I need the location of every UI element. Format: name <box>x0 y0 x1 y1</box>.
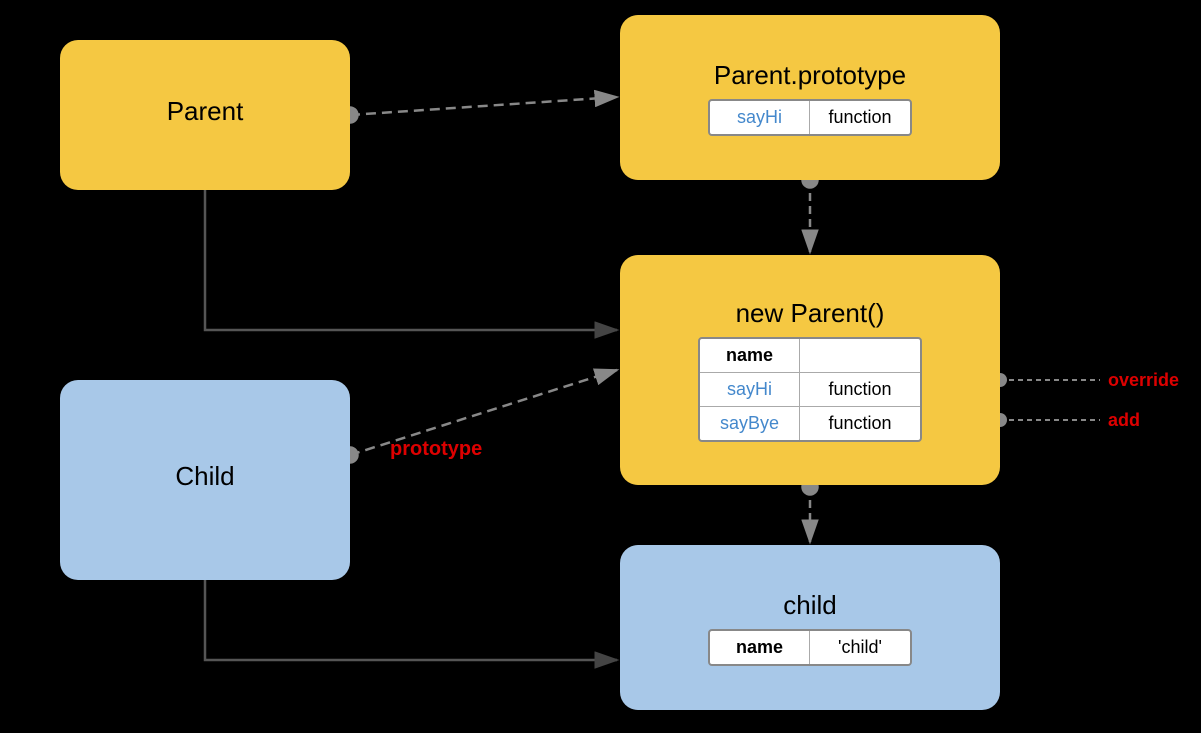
parent-prototype-label: Parent.prototype <box>714 60 906 91</box>
function-value: function <box>800 373 920 406</box>
child-label: Child <box>175 461 234 492</box>
parent-label: Parent <box>167 96 244 127</box>
new-parent-label: new Parent() <box>736 298 885 329</box>
saybye-key: sayBye <box>700 407 800 440</box>
parent-prototype-box: Parent.prototype sayHi function <box>620 15 1000 180</box>
parent-prototype-table: sayHi function <box>708 99 912 136</box>
child-instance-label: child <box>783 590 836 621</box>
prototype-label: prototype <box>390 438 482 461</box>
sayhi-key: sayHi <box>710 101 810 134</box>
function-value2: function <box>800 407 920 440</box>
child-instance-box: child name 'child' <box>620 545 1000 710</box>
table-row: sayHi function <box>700 373 920 407</box>
table-row: name <box>700 339 920 373</box>
sayhi-key: sayHi <box>700 373 800 406</box>
child-name-value: 'child' <box>810 631 910 664</box>
name-key: name <box>710 631 810 664</box>
table-row: sayHi function <box>710 101 910 134</box>
table-row: name 'child' <box>710 631 910 664</box>
override-label: override <box>1108 370 1179 391</box>
child-box: Child <box>60 380 350 580</box>
add-label: add <box>1108 410 1140 431</box>
table-row: sayBye function <box>700 407 920 440</box>
new-parent-box: new Parent() name sayHi function sayBye … <box>620 255 1000 485</box>
name-value <box>800 339 920 372</box>
function-value: function <box>810 101 910 134</box>
child-instance-table: name 'child' <box>708 629 912 666</box>
new-parent-table: name sayHi function sayBye function <box>698 337 922 442</box>
parent-box: Parent <box>60 40 350 190</box>
name-key: name <box>700 339 800 372</box>
